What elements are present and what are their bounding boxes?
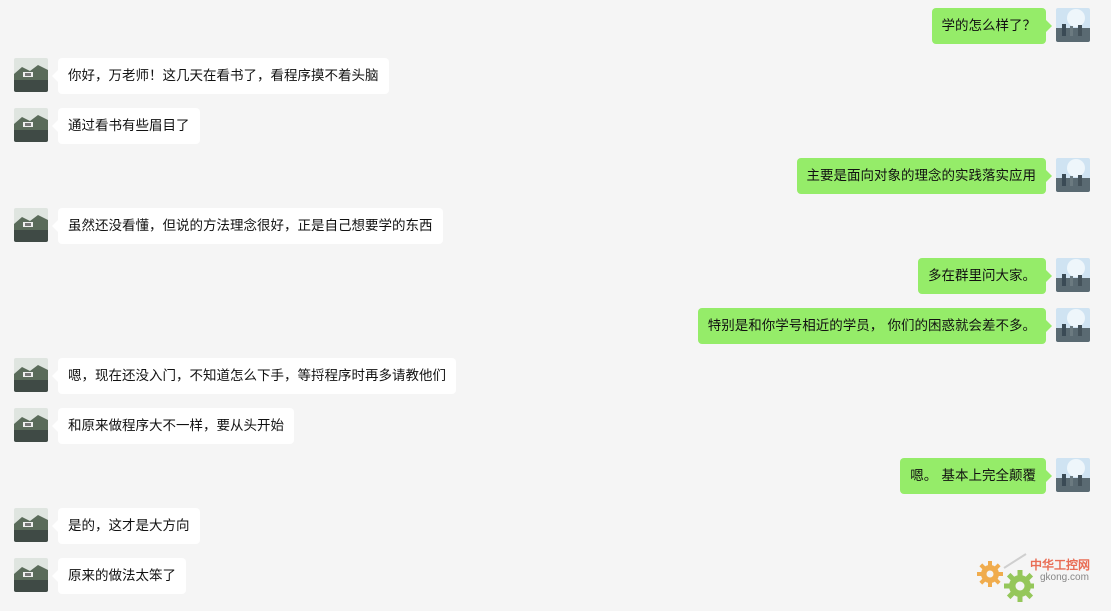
message-bubble[interactable]: 主要是面向对象的理念的实践落实应用: [796, 158, 1052, 194]
watermark-logo: 中华工控网 gkong.com: [974, 548, 1104, 604]
message-bubble[interactable]: 多在群里问大家。: [918, 258, 1052, 294]
sky-avatar[interactable]: [1056, 258, 1090, 292]
chat-history: 学的怎么样了？ 你好，万老师！这几天在看书了，看程序摸不着头脑 通过看书有些眉目…: [0, 0, 1111, 611]
landscape-avatar[interactable]: [14, 558, 48, 592]
message-bubble[interactable]: 虽然还没看懂，但说的方法理念很好，正是自己想要学的东西: [52, 208, 443, 244]
message-bubble[interactable]: 是的，这才是大方向: [52, 508, 200, 544]
landscape-avatar[interactable]: [14, 408, 48, 442]
message-bubble[interactable]: 原来的做法太笨了: [52, 558, 186, 594]
message-bubble[interactable]: 学的怎么样了？: [931, 8, 1052, 44]
landscape-avatar[interactable]: [14, 58, 48, 92]
landscape-avatar[interactable]: [14, 208, 48, 242]
sky-avatar[interactable]: [1056, 308, 1090, 342]
message-bubble[interactable]: 嗯。 基本上完全颠覆: [900, 458, 1052, 494]
sky-avatar[interactable]: [1056, 458, 1090, 492]
watermark-name: 中华工控网: [1030, 558, 1091, 572]
gears-icon: [977, 553, 1036, 602]
landscape-avatar[interactable]: [14, 108, 48, 142]
landscape-avatar[interactable]: [14, 508, 48, 542]
landscape-avatar[interactable]: [14, 358, 48, 392]
message-bubble[interactable]: 特别是和你学号相近的学员， 你们的困惑就会差不多。: [697, 308, 1053, 344]
message-bubble[interactable]: 你好，万老师！这几天在看书了，看程序摸不着头脑: [52, 58, 389, 94]
watermark-url: gkong.com: [1040, 572, 1089, 583]
sky-avatar[interactable]: [1056, 8, 1090, 42]
message-bubble[interactable]: 嗯，现在还没入门，不知道怎么下手，等捋程序时再多请教他们: [52, 358, 456, 394]
message-bubble[interactable]: 通过看书有些眉目了: [52, 108, 200, 144]
message-bubble[interactable]: 和原来做程序大不一样，要从头开始: [52, 408, 294, 444]
sky-avatar[interactable]: [1056, 158, 1090, 192]
